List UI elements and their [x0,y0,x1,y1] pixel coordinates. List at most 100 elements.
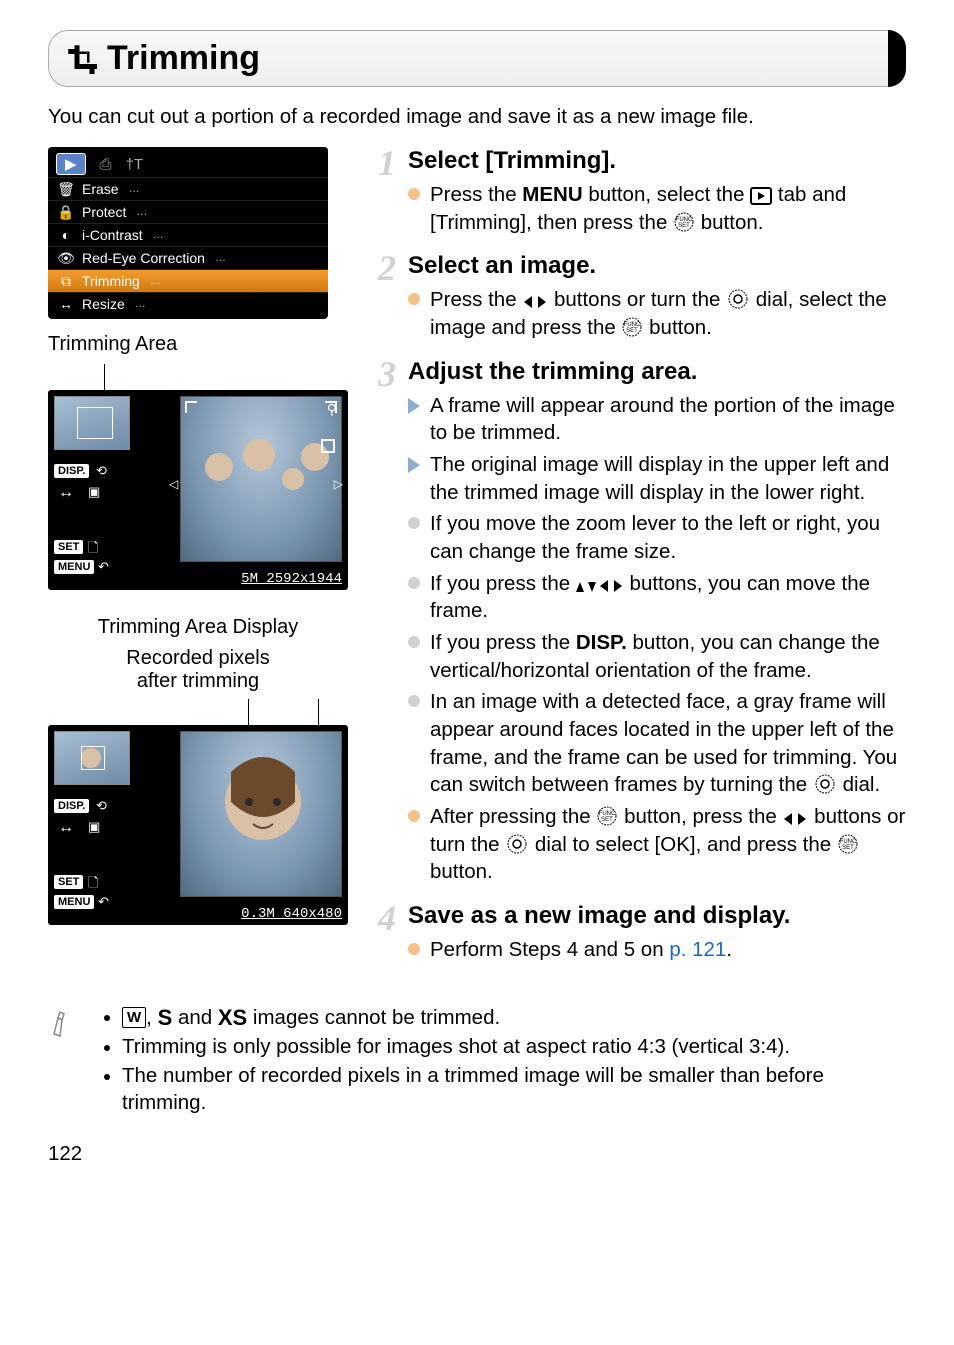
menu-item-resize: ↔Resize… [48,292,328,315]
bullet-marker [408,188,420,200]
leader-line [48,364,348,390]
menu-item-i-contrast: ◐i-Contrast… [48,223,328,246]
step-bullet: In an image with a detected face, a gray… [408,688,906,799]
crop-screenshot-1: ⚲ ◁ ▷ DISP. ⟲ ↔ ▣ SET 🗋 [48,390,348,590]
menu-item-trimming: ⧉Trimming… [48,269,328,292]
note-row: The number of recorded pixels in a trimm… [104,1063,906,1116]
tab-tools: †T [126,156,144,173]
disp-badge: DISP. [54,464,89,478]
menu-badge-2: MENU [54,895,94,909]
bullet-text: If you move the zoom lever to the left o… [430,510,906,565]
step-3: 3Adjust the trimming area. A frame will a… [378,358,906,890]
bullet-marker [408,695,420,707]
step-bullet: Press the buttons or turn the dial, sele… [408,286,906,341]
step-number: 3 [378,356,408,890]
trimming-area-display-caption: Trimming Area Display [48,616,348,639]
camera-menu-screenshot: ▶ ⎙ †T 🗑Erase…🔒Protect…◐i-Contrast…👁Red-… [48,147,328,319]
step-title: Adjust the trimming area. [408,358,906,386]
note-dot [104,1045,110,1051]
step-2: 2Select an image. Press the buttons or tu… [378,252,906,345]
svg-text:SET: SET [627,328,639,334]
step-number: 1 [378,145,408,240]
bullet-text: If you press the DISP. button, you can c… [430,629,906,684]
step-bullet: After pressing the FUNCSET button, press… [408,803,906,886]
note-pencil-icon [48,1004,84,1119]
step-bullet: Press the MENU button, select the tab an… [408,181,906,236]
tab-print: ⎙ [100,156,112,173]
bullet-text: Perform Steps 4 and 5 on p. 121. [430,936,732,964]
bullet-marker [408,810,420,822]
section-title: Trimming [107,39,260,78]
step-title: Save as a new image and display. [408,902,906,930]
svg-text:SET: SET [602,817,614,823]
step-title: Select an image. [408,252,906,280]
step-number: 2 [378,250,408,345]
step-bullet: The original image will display in the u… [408,451,906,506]
bullet-text: A frame will appear around the portion o… [430,392,906,447]
bullet-marker [408,577,420,589]
step-bullet: Perform Steps 4 and 5 on p. 121. [408,936,906,964]
step-bullet: If you press the DISP. button, you can c… [408,629,906,684]
bullet-marker [408,293,420,305]
set-badge-2: SET [54,875,83,889]
menu-badge: MENU [54,560,94,574]
note-row: W, S and XS images cannot be trimmed. [104,1004,906,1033]
main-preview-image-2 [180,731,342,897]
section-title-bar: Trimming [48,30,906,87]
bullet-marker [408,636,420,648]
bullet-marker [408,943,420,955]
rotate-icon: ⟲ [96,463,107,479]
bullet-text: Press the MENU button, select the tab an… [430,181,906,236]
leader-line-2 [48,699,348,725]
bullet-marker [408,398,420,414]
menu-item-erase: 🗑Erase… [48,177,328,200]
step-4: 4Save as a new image and display. Perform… [378,902,906,968]
new-file-icon: 🗋 [88,539,98,561]
recorded-pixels-caption-1: Recorded pixels [48,647,348,670]
new-file-icon-2: 🗋 [88,874,98,896]
svg-text:SET: SET [678,223,690,229]
return-icon: ↶ [98,559,109,575]
step-1: 1Select [Trimming]. Press the MENU button… [378,147,906,240]
flip-icon-2: ▣ [88,819,100,835]
crop-screenshot-2: DISP. ⟲ ↔ ▣ SET 🗋 MENU ↶ 0.3M 640x480 [48,725,348,925]
resolution-readout-2: 0.3M 640x480 [241,906,342,922]
page-number: 122 [48,1142,906,1166]
note-row: Trimming is only possible for images sho… [104,1034,906,1061]
bullet-text: If you press the buttons, you can move t… [430,570,906,625]
step-bullet: If you move the zoom lever to the left o… [408,510,906,565]
svg-text:SET: SET [842,845,854,851]
bullet-marker [408,517,420,529]
return-icon-2: ↶ [98,894,109,910]
recorded-pixels-caption-2: after trimming [48,670,348,693]
trimming-area-caption: Trimming Area [48,333,348,356]
note-text: The number of recorded pixels in a trimm… [122,1063,906,1116]
trimming-icon [67,44,97,74]
bullet-text: In an image with a detected face, a gray… [430,688,906,799]
note-dot [104,1074,110,1080]
bullet-text: The original image will display in the u… [430,451,906,506]
bullet-text: Press the buttons or turn the dial, sele… [430,286,906,341]
note-text: W, S and XS images cannot be trimmed. [122,1004,500,1033]
flip-icon: ▣ [88,484,100,500]
disp-badge-2: DISP. [54,799,89,813]
step-bullet: If you press the buttons, you can move t… [408,570,906,625]
thumb-original-2 [54,731,130,785]
set-badge: SET [54,540,83,554]
bullet-text: After pressing the FUNCSET button, press… [430,803,906,886]
step-bullet: A frame will appear around the portion o… [408,392,906,447]
thumb-original [54,396,130,450]
nav-arrows-icon: ↔ [58,484,74,502]
step-number: 4 [378,900,408,968]
menu-item-protect: 🔒Protect… [48,200,328,223]
tab-playback: ▶ [56,153,86,175]
resolution-readout-1: 5M 2592x1944 [241,571,342,587]
rotate-icon-2: ⟲ [96,798,107,814]
main-preview-image: ⚲ ◁ ▷ [180,396,342,562]
step-title: Select [Trimming]. [408,147,906,175]
nav-arrows-icon-2: ↔ [58,819,74,837]
menu-item-red-eye-correction: 👁Red-Eye Correction… [48,246,328,269]
note-dot [104,1015,110,1021]
intro-text: You can cut out a portion of a recorded … [48,105,906,129]
note-text: Trimming is only possible for images sho… [122,1034,790,1061]
